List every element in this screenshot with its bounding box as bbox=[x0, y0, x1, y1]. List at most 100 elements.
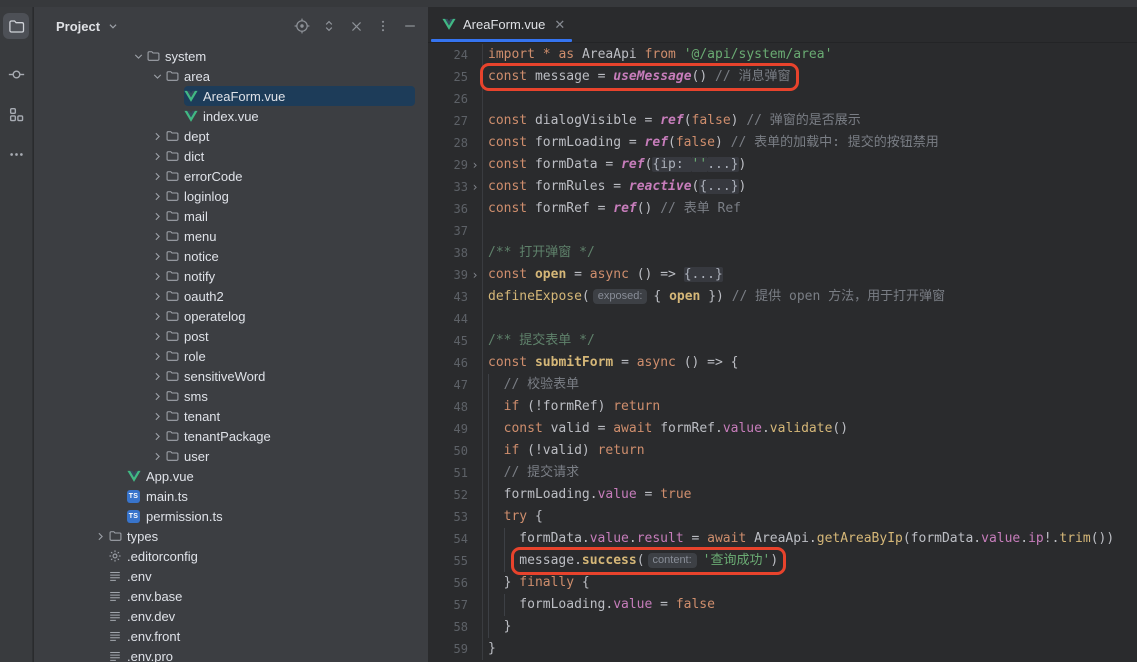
tree-item-notify[interactable]: notify bbox=[34, 266, 428, 286]
line-number[interactable]: 56 bbox=[428, 576, 468, 590]
tree-item-tenantpackage[interactable]: tenantPackage bbox=[34, 426, 428, 446]
tree-item-loginlog[interactable]: loginlog bbox=[34, 186, 428, 206]
code-line-52[interactable]: 52formLoading.value = true bbox=[428, 484, 1137, 506]
code-line-46[interactable]: 46const submitForm = async () => { bbox=[428, 352, 1137, 374]
line-number[interactable]: 49 bbox=[428, 422, 468, 436]
line-number[interactable]: 55 bbox=[428, 554, 468, 568]
tree-item--env-base[interactable]: .env.base bbox=[34, 586, 428, 606]
commit-tool-button[interactable] bbox=[3, 61, 29, 87]
line-number[interactable]: 57 bbox=[428, 598, 468, 612]
code-line-48[interactable]: 48if (!formRef) return bbox=[428, 396, 1137, 418]
tree-item-operatelog[interactable]: operatelog bbox=[34, 306, 428, 326]
tree-item-app-vue[interactable]: App.vue bbox=[34, 466, 428, 486]
chevron-right-icon[interactable] bbox=[150, 228, 165, 244]
line-number[interactable]: 59 bbox=[428, 642, 468, 656]
tree-item-tenant[interactable]: tenant bbox=[34, 406, 428, 426]
tree-item-user[interactable]: user bbox=[34, 446, 428, 466]
tree-item-sensitiveword[interactable]: sensitiveWord bbox=[34, 366, 428, 386]
line-number[interactable]: 53 bbox=[428, 510, 468, 524]
line-number[interactable]: 54 bbox=[428, 532, 468, 546]
tree-item-index-vue[interactable]: index.vue bbox=[34, 106, 428, 126]
tree-item-role[interactable]: role bbox=[34, 346, 428, 366]
chevron-right-icon[interactable] bbox=[150, 248, 165, 264]
tree-item-system[interactable]: system bbox=[34, 46, 428, 66]
chevron-right-icon[interactable] bbox=[150, 368, 165, 384]
structure-tool-button[interactable] bbox=[3, 101, 29, 127]
line-number[interactable]: 44 bbox=[428, 312, 468, 326]
code-line-50[interactable]: 50if (!valid) return bbox=[428, 440, 1137, 462]
code-line-43[interactable]: 43defineExpose(exposed:{ open }) // 提供 o… bbox=[428, 286, 1137, 308]
tree-item-notice[interactable]: notice bbox=[34, 246, 428, 266]
code-line-24[interactable]: 24import * as AreaApi from '@/api/system… bbox=[428, 44, 1137, 66]
code-line-54[interactable]: 54formData.value.result = await AreaApi.… bbox=[428, 528, 1137, 550]
code-line-33[interactable]: 33›const formRules = reactive({...}) bbox=[428, 176, 1137, 198]
chevron-down-icon[interactable] bbox=[150, 68, 165, 84]
tree-item--env-dev[interactable]: .env.dev bbox=[34, 606, 428, 626]
code-line-45[interactable]: 45/** 提交表单 */ bbox=[428, 330, 1137, 352]
hide-panel-icon[interactable] bbox=[402, 18, 418, 34]
code-line-47[interactable]: 47// 校验表单 bbox=[428, 374, 1137, 396]
panel-title-chevron-down-icon[interactable] bbox=[106, 19, 120, 33]
code-line-27[interactable]: 27const dialogVisible = ref(false) // 弹窗… bbox=[428, 110, 1137, 132]
panel-title[interactable]: Project bbox=[56, 19, 100, 34]
chevron-right-icon[interactable] bbox=[150, 168, 165, 184]
tree-item--editorconfig[interactable]: .editorconfig bbox=[34, 546, 428, 566]
line-number[interactable]: 39 bbox=[428, 268, 468, 282]
collapse-all-icon[interactable] bbox=[348, 18, 364, 34]
options-kebab-icon[interactable] bbox=[375, 18, 391, 34]
expand-collapse-icon[interactable] bbox=[321, 18, 337, 34]
project-tool-button[interactable] bbox=[3, 13, 29, 39]
line-number[interactable]: 27 bbox=[428, 114, 468, 128]
tree-item--env-pro[interactable]: .env.pro bbox=[34, 646, 428, 662]
line-number[interactable]: 28 bbox=[428, 136, 468, 150]
chevron-right-icon[interactable] bbox=[150, 208, 165, 224]
chevron-right-icon[interactable] bbox=[93, 528, 108, 544]
chevron-right-icon[interactable] bbox=[150, 448, 165, 464]
tab-areaform-vue[interactable]: AreaForm.vue ✕ bbox=[428, 6, 575, 42]
code-line-36[interactable]: 36const formRef = ref() // 表单 Ref bbox=[428, 198, 1137, 220]
tree-item-areaform-vue[interactable]: AreaForm.vue bbox=[34, 86, 428, 106]
tree-item-post[interactable]: post bbox=[34, 326, 428, 346]
tree-item-dict[interactable]: dict bbox=[34, 146, 428, 166]
code-line-26[interactable]: 26 bbox=[428, 88, 1137, 110]
code-line-49[interactable]: 49const valid = await formRef.value.vali… bbox=[428, 418, 1137, 440]
code-line-38[interactable]: 38/** 打开弹窗 */ bbox=[428, 242, 1137, 264]
line-number[interactable]: 37 bbox=[428, 224, 468, 238]
chevron-right-icon[interactable] bbox=[150, 308, 165, 324]
locate-file-icon[interactable] bbox=[294, 18, 310, 34]
fold-chevron-icon[interactable]: › bbox=[468, 264, 483, 286]
line-number[interactable]: 33 bbox=[428, 180, 468, 194]
code-line-28[interactable]: 28const formLoading = ref(false) // 表单的加… bbox=[428, 132, 1137, 154]
line-number[interactable]: 45 bbox=[428, 334, 468, 348]
line-number[interactable]: 26 bbox=[428, 92, 468, 106]
code-line-59[interactable]: 59} bbox=[428, 638, 1137, 660]
chevron-right-icon[interactable] bbox=[150, 408, 165, 424]
tree-item-oauth2[interactable]: oauth2 bbox=[34, 286, 428, 306]
code-line-39[interactable]: 39›const open = async () => {...} bbox=[428, 264, 1137, 286]
code-line-57[interactable]: 57formLoading.value = false bbox=[428, 594, 1137, 616]
more-tools-button[interactable] bbox=[3, 141, 29, 167]
code-viewport[interactable]: 24import * as AreaApi from '@/api/system… bbox=[428, 44, 1137, 662]
line-number[interactable]: 43 bbox=[428, 290, 468, 304]
tree-item-area[interactable]: area bbox=[34, 66, 428, 86]
line-number[interactable]: 29 bbox=[428, 158, 468, 172]
chevron-right-icon[interactable] bbox=[150, 268, 165, 284]
line-number[interactable]: 25 bbox=[428, 70, 468, 84]
line-number[interactable]: 51 bbox=[428, 466, 468, 480]
code-line-55[interactable]: 55message.success(content:'查询成功') bbox=[428, 550, 1137, 572]
tree-item-menu[interactable]: menu bbox=[34, 226, 428, 246]
tree-item-sms[interactable]: sms bbox=[34, 386, 428, 406]
code-line-25[interactable]: 25const message = useMessage() // 消息弹窗 bbox=[428, 66, 1137, 88]
line-number[interactable]: 50 bbox=[428, 444, 468, 458]
line-number[interactable]: 36 bbox=[428, 202, 468, 216]
code-line-51[interactable]: 51// 提交请求 bbox=[428, 462, 1137, 484]
tree-item-types[interactable]: types bbox=[34, 526, 428, 546]
code-line-37[interactable]: 37 bbox=[428, 220, 1137, 242]
tree-item--env-front[interactable]: .env.front bbox=[34, 626, 428, 646]
code-line-44[interactable]: 44 bbox=[428, 308, 1137, 330]
chevron-right-icon[interactable] bbox=[150, 148, 165, 164]
line-number[interactable]: 47 bbox=[428, 378, 468, 392]
chevron-right-icon[interactable] bbox=[150, 188, 165, 204]
chevron-right-icon[interactable] bbox=[150, 428, 165, 444]
chevron-down-icon[interactable] bbox=[131, 48, 146, 64]
